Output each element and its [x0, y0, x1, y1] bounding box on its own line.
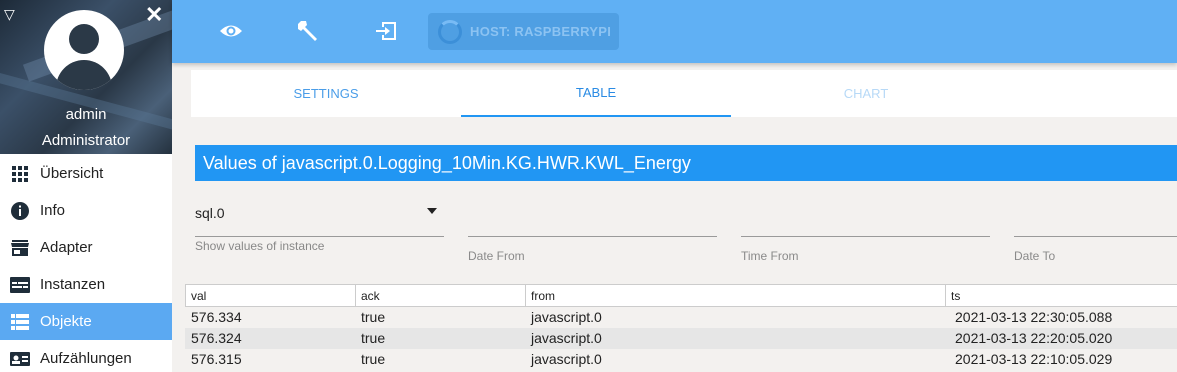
menu-toggle-icon[interactable]: ▽ [4, 6, 15, 23]
instance-select-underline [195, 236, 444, 237]
sidebar-item-info[interactable]: Info [0, 192, 172, 229]
profile-name: admin [65, 106, 107, 123]
profile-role: Administrator [41, 132, 131, 149]
sidebar-item-label: Objekte [40, 313, 92, 330]
tab-chart[interactable]: CHART [731, 70, 1001, 117]
sidebar-item-label: Info [40, 202, 66, 219]
tab-table[interactable]: TABLE [461, 70, 731, 117]
sidebar: ▽ ✕ admin Administrator Übersicht Info A… [0, 0, 172, 372]
cell-from: javascript.0 [531, 309, 602, 325]
cell-ack: true [361, 351, 386, 367]
eye-icon[interactable] [216, 16, 246, 46]
sidebar-item-label: Instanzen [40, 276, 106, 293]
sidebar-item-label: Adapter [40, 239, 93, 256]
column-header-ts[interactable]: ts [945, 285, 1177, 307]
instance-select-value: sql.0 [195, 205, 225, 221]
tab-label: SETTINGS [293, 86, 359, 101]
cell-ts: 2021-03-13 22:20:05.020 [955, 330, 1113, 346]
card-icon [10, 349, 30, 369]
host-label: HOST: RASPBERRYPI [470, 24, 612, 39]
tab-bar: SETTINGS TABLE CHART [191, 70, 1177, 117]
sidebar-item-adapter[interactable]: Adapter [0, 229, 172, 266]
sidebar-nav: Übersicht Info Adapter Instanzen Objekte [0, 155, 172, 372]
cell-from: javascript.0 [531, 330, 602, 346]
cell-ts: 2021-03-13 22:10:05.029 [955, 351, 1113, 367]
column-header-from[interactable]: from [525, 285, 945, 307]
date-to-label: Date To [1014, 249, 1056, 263]
top-toolbar: HOST: RASPBERRYPI [172, 0, 1177, 63]
profile-header: ▽ ✕ admin Administrator [0, 0, 172, 154]
close-icon[interactable]: ✕ [145, 2, 163, 28]
sidebar-item-instanzen[interactable]: Instanzen [0, 266, 172, 303]
table-row[interactable]: 576.315 true javascript.0 2021-03-13 22:… [185, 349, 1177, 370]
date-from-field[interactable] [468, 236, 717, 237]
table-header: val ack from ts [185, 284, 1177, 307]
avatar [44, 10, 124, 90]
date-from-label: Date From [468, 249, 525, 263]
loading-spinner-icon [438, 19, 462, 44]
wrench-icon[interactable] [294, 16, 324, 46]
column-header-ack[interactable]: ack [355, 285, 525, 307]
cell-from: javascript.0 [531, 351, 602, 367]
sidebar-item-uebersicht[interactable]: Übersicht [0, 155, 172, 192]
store-icon [10, 238, 30, 258]
table-row[interactable]: 576.324 true javascript.0 2021-03-13 22:… [185, 328, 1177, 349]
column-header-val[interactable]: val [185, 285, 355, 307]
grid-icon [10, 164, 30, 184]
instances-icon [10, 275, 30, 295]
sidebar-item-aufzaehlungen[interactable]: Aufzählungen [0, 340, 172, 372]
cell-ack: true [361, 309, 386, 325]
cell-val: 576.334 [191, 309, 242, 325]
cell-ack: true [361, 330, 386, 346]
date-to-field[interactable] [1014, 236, 1177, 237]
logout-icon[interactable] [371, 16, 401, 46]
info-icon [10, 201, 30, 221]
values-table: val ack from ts 576.334 true javascript.… [185, 284, 1177, 370]
cell-val: 576.315 [191, 351, 242, 367]
sidebar-item-label: Aufzählungen [40, 350, 132, 367]
sidebar-item-objekte[interactable]: Objekte [0, 303, 172, 340]
cell-ts: 2021-03-13 22:30:05.088 [955, 309, 1113, 325]
table-row[interactable]: 576.334 true javascript.0 2021-03-13 22:… [185, 307, 1177, 328]
time-from-field[interactable] [741, 236, 990, 237]
host-selector[interactable]: HOST: RASPBERRYPI [428, 13, 619, 50]
instance-helper-text: Show values of instance [195, 239, 325, 253]
dropdown-arrow-icon [427, 208, 437, 214]
time-from-label: Time From [741, 249, 799, 263]
tab-label: CHART [843, 86, 889, 101]
list-icon [10, 312, 30, 332]
cell-val: 576.324 [191, 330, 242, 346]
sidebar-item-label: Übersicht [40, 165, 104, 182]
tab-label: TABLE [575, 85, 617, 100]
page-title: Values of javascript.0.Logging_10Min.KG.… [195, 145, 1177, 181]
tab-settings[interactable]: SETTINGS [191, 70, 461, 117]
